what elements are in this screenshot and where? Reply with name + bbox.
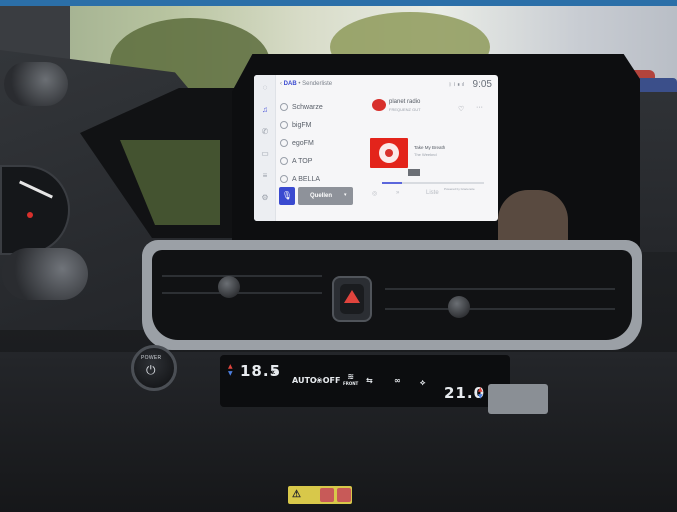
fan-off-icon: ❀: [316, 376, 323, 385]
off-label: OFF: [322, 376, 341, 385]
airbag-indicator-icon: [320, 488, 334, 502]
vent-slat: [385, 288, 615, 290]
vent-knob[interactable]: [448, 296, 470, 318]
chevron-down-icon: ▾: [344, 192, 347, 198]
ac-icon[interactable]: ∞: [394, 376, 401, 385]
station-item[interactable]: bigFM: [280, 117, 358, 133]
vent-slat: [162, 292, 322, 294]
breadcrumb: ‹ DAB • Senderliste: [280, 81, 332, 87]
powered-by: Powered by Gracenote: [444, 187, 475, 191]
airbag-warning-icon: ⚠: [292, 489, 301, 500]
progress-bar: [382, 182, 484, 184]
temp-arrows-left[interactable]: ▲ ▼: [228, 363, 233, 377]
clock: 9:05: [472, 79, 492, 90]
power-label: POWER: [141, 355, 162, 361]
wifi-icon: ⌇: [453, 82, 456, 88]
breadcrumb-separator: •: [298, 81, 301, 87]
station-icon: [280, 103, 288, 111]
station-icon: [280, 157, 288, 165]
station-name: egoFM: [292, 139, 314, 147]
climate-trim: [488, 384, 548, 414]
vent-slat: [385, 308, 615, 310]
station-item[interactable]: A TOP: [280, 153, 358, 169]
bluetooth-icon: ᛒ: [448, 82, 452, 88]
hazard-icon: [344, 290, 360, 303]
wiper-stalk[interactable]: [4, 62, 68, 106]
side-rail: ◌ ♫ ✆ ▭ ≡ ⚙: [254, 75, 276, 221]
station-name: bigFM: [292, 121, 312, 129]
scan-icon[interactable]: ◎: [372, 190, 377, 197]
temp-up-icon[interactable]: ▲: [228, 363, 233, 370]
off-button[interactable]: ❀OFF: [316, 376, 340, 385]
track-title: Take My Breath: [414, 145, 446, 150]
car-interior-photo: ◌ ♫ ✆ ▭ ≡ ⚙ ‹ DAB • Senderliste ᛒ ⌇ ▮ ıl…: [0, 0, 677, 512]
station-icon: [280, 121, 288, 129]
track-artist: The Weeknd: [414, 152, 437, 157]
station-item[interactable]: Schwarze: [280, 99, 358, 115]
gauge-warning-dot: [27, 212, 33, 218]
breadcrumb-view: Senderliste: [302, 81, 333, 87]
station-icon: [280, 175, 288, 183]
call-icon[interactable]: ✆: [260, 127, 270, 137]
now-playing-station-sub: FREQUENZ GUT: [389, 107, 421, 112]
airbag-indicator-icon: [337, 488, 351, 502]
temp-up-icon[interactable]: ▲: [478, 386, 483, 393]
station-item[interactable]: egoFM: [280, 135, 358, 151]
status-icons: ᛒ ⌇ ▮ ıl: [449, 82, 464, 88]
infotainment-screen[interactable]: ◌ ♫ ✆ ▭ ≡ ⚙ ‹ DAB • Senderliste ᛒ ⌇ ▮ ıl…: [254, 75, 498, 221]
front-defrost-button[interactable]: ≋ FRONT: [343, 372, 358, 386]
phone-icon[interactable]: ◌: [260, 83, 270, 93]
light-stalk[interactable]: [2, 248, 88, 300]
station-logo: [372, 99, 386, 111]
front-defrost-icon: ≋: [347, 372, 354, 381]
temp-down-icon[interactable]: ▼: [228, 370, 233, 377]
vent-knob[interactable]: [218, 276, 240, 298]
station-item[interactable]: A BELLA: [280, 171, 358, 187]
station-name: A BELLA: [292, 175, 321, 183]
temp-arrows-right[interactable]: ▲ ▼: [478, 386, 483, 400]
breadcrumb-source[interactable]: DAB: [284, 81, 297, 87]
now-playing-station: planet radio: [389, 99, 421, 105]
station-icon: [280, 139, 288, 147]
front-label: FRONT: [343, 381, 359, 386]
signal-icon: ıl: [461, 82, 465, 88]
temp-down-icon[interactable]: ▼: [478, 393, 483, 400]
rds-flag-icon: [408, 169, 420, 176]
settings-icon[interactable]: ⚙: [260, 193, 270, 203]
station-name: A TOP: [292, 157, 313, 165]
car-icon[interactable]: ▭: [260, 149, 270, 159]
battery-icon: ▮: [457, 82, 461, 88]
recirculation-icon[interactable]: ⇆: [366, 376, 373, 385]
list-icon[interactable]: ≡: [260, 171, 270, 181]
power-icon: ⏻: [146, 363, 156, 377]
station-name: Schwarze: [292, 103, 323, 111]
scan-label[interactable]: Liste: [426, 190, 439, 196]
skip-icon[interactable]: »: [396, 190, 399, 196]
fan-icon[interactable]: ❀: [272, 368, 279, 377]
auto-button[interactable]: AUTO: [292, 376, 317, 385]
music-icon[interactable]: ♫: [260, 105, 270, 115]
progress-fill: [382, 182, 403, 184]
vent-slat: [162, 275, 322, 277]
sources-button-label: Quellen: [310, 193, 333, 199]
favorite-heart-icon[interactable]: ♡: [458, 105, 464, 113]
more-options-icon[interactable]: ···: [476, 104, 483, 111]
album-art-logo: [385, 149, 393, 157]
seat-heat-icon[interactable]: ⟡: [420, 378, 425, 388]
microphone-icon[interactable]: 🎙: [279, 187, 295, 205]
